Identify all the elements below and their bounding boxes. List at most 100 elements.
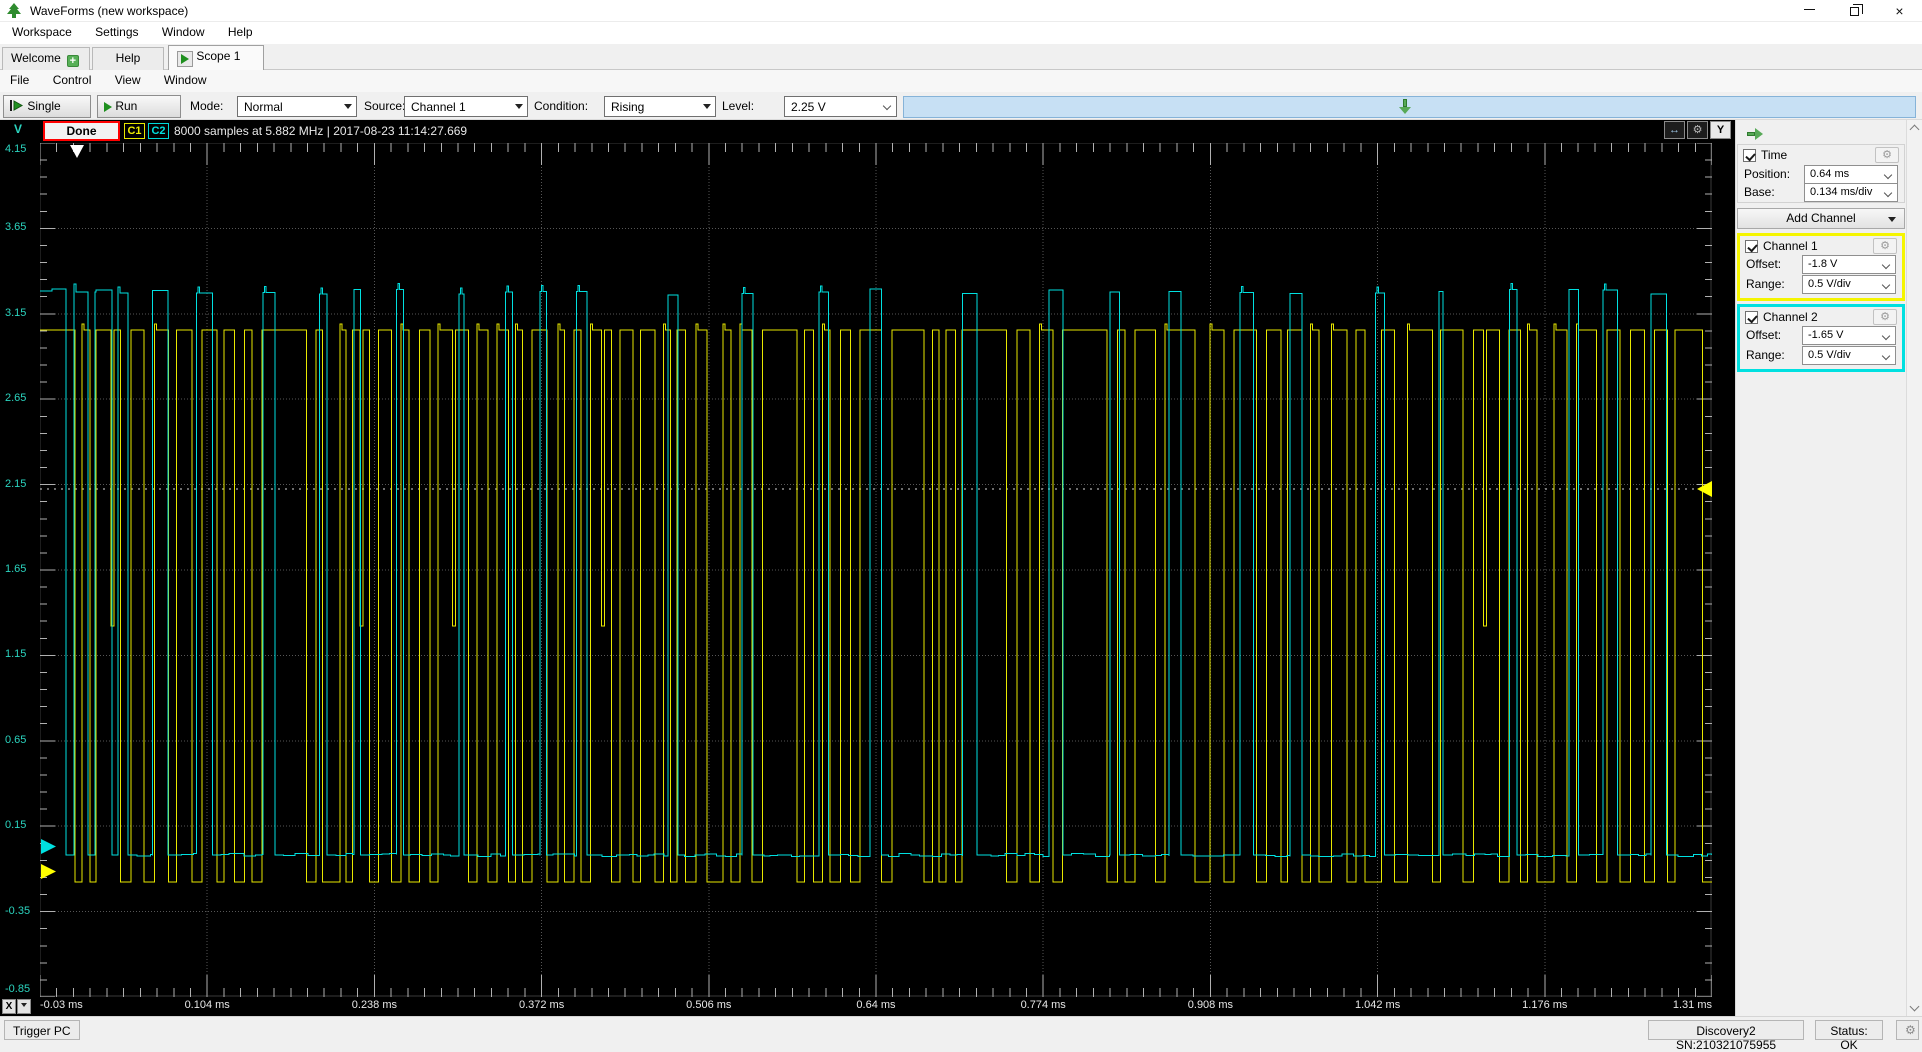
combo-chevron-icon <box>1883 188 1893 198</box>
x-tick-label: 1.31 ms <box>1672 999 1712 1011</box>
gear-icon: ⚙ <box>1880 311 1890 323</box>
channel1-checkbox[interactable] <box>1745 240 1758 253</box>
x-tick-label: 1.176 ms <box>1522 999 1568 1011</box>
y-tick-label: 3.15 <box>5 306 27 319</box>
channel1-settings-button[interactable]: ⚙ <box>1873 238 1897 254</box>
app-statusbar: Trigger PC Discovery2 SN:210321075955 St… <box>0 1016 1922 1052</box>
combo-chevron-icon <box>882 101 892 111</box>
x-tick-label: 0.238 ms <box>351 999 398 1011</box>
scope-settings-panel: Time ⚙ Position: 0.64 ms Base: 0.134 ms/… <box>1735 120 1922 1016</box>
combo-chevron-icon <box>1881 351 1891 361</box>
add-channel-button[interactable]: Add Channel <box>1737 208 1905 229</box>
time-group: Time ⚙ Position: 0.64 ms Base: 0.134 ms/… <box>1737 144 1905 203</box>
level-combo[interactable]: 2.25 V <box>784 96 897 117</box>
scope-display-region: V Done C1 C2 8000 samples at 5.882 MHz |… <box>0 120 1735 1016</box>
oscilloscope-plot[interactable] <box>40 143 1712 997</box>
tab-help[interactable]: Help <box>92 47 164 70</box>
x-tick-label: 0.908 ms <box>1187 999 1234 1011</box>
y-tick-label: -0.35 <box>5 904 31 917</box>
channel2-checkbox[interactable] <box>1745 311 1758 324</box>
trigger-pc-button[interactable]: Trigger PC <box>4 1020 80 1040</box>
run-button[interactable]: Run <box>97 95 181 118</box>
menu-help[interactable]: Help <box>218 22 263 42</box>
condition-select[interactable]: Rising <box>604 96 716 117</box>
panel-scrollbar[interactable] <box>1906 120 1922 1016</box>
time-checkbox[interactable] <box>1743 149 1756 162</box>
x-tick-label: -0.03 ms <box>40 999 83 1011</box>
scroll-down-icon[interactable] <box>1909 1001 1920 1012</box>
ruler-icon: ↔ <box>1669 124 1680 136</box>
gear-icon: ⚙ <box>1692 124 1703 136</box>
add-tab-icon[interactable]: + <box>66 55 79 67</box>
scope-menu-control[interactable]: Control <box>43 70 102 90</box>
time-position-combo[interactable]: 0.64 ms <box>1804 165 1898 184</box>
measure-ruler-button[interactable]: ↔ <box>1664 121 1685 139</box>
device-status-button[interactable]: Status: OK <box>1815 1020 1883 1052</box>
source-label: Source: <box>364 99 406 113</box>
restore-icon[interactable] <box>1832 0 1877 22</box>
position-label: Position: <box>1744 167 1791 181</box>
range-label: Range: <box>1746 277 1785 291</box>
source-select[interactable]: Channel 1 <box>404 96 528 117</box>
panel-collapse-arrow-icon[interactable] <box>1747 128 1763 140</box>
x-tick-label: 0.64 ms <box>856 999 896 1011</box>
x-tick-label: 0.372 ms <box>518 999 565 1011</box>
mode-label: Mode: <box>190 99 224 113</box>
menu-window[interactable]: Window <box>152 22 215 42</box>
channel2-offset-combo[interactable]: -1.65 V <box>1802 326 1896 345</box>
y-tick-label: -0.85 <box>5 983 31 995</box>
window-title: WaveForms (new workspace) <box>30 4 189 18</box>
y-cursors-button[interactable]: Y <box>1710 121 1731 139</box>
tab-scope-1[interactable]: Scope 1 x <box>168 45 264 86</box>
y-tick-label: 2.65 <box>5 392 27 405</box>
title-bar: WaveForms (new workspace) × <box>0 0 1922 22</box>
menu-settings[interactable]: Settings <box>85 22 148 42</box>
single-icon <box>10 100 24 111</box>
channel1-group: Channel 1 ⚙ Offset: -1.8 V Range: 0.5 V/… <box>1737 233 1905 301</box>
base-label: Base: <box>1744 185 1775 199</box>
dropdown-arrow-icon <box>703 104 711 109</box>
channel1-chip[interactable]: C1 <box>124 123 145 139</box>
dropdown-arrow-icon <box>1888 217 1896 222</box>
scope-menu-view[interactable]: View <box>105 70 151 90</box>
time-base-combo[interactable]: 0.134 ms/div <box>1804 183 1898 202</box>
scope-menu-file[interactable]: File <box>0 70 39 90</box>
scroll-up-icon[interactable] <box>1909 124 1920 135</box>
menu-workspace[interactable]: Workspace <box>2 22 82 42</box>
dropdown-arrow-icon <box>21 1003 27 1007</box>
time-settings-button[interactable]: ⚙ <box>1875 147 1899 163</box>
scope-running-icon <box>177 51 193 67</box>
device-serial-button[interactable]: Discovery2 SN:210321075955 <box>1648 1020 1804 1052</box>
tab-welcome[interactable]: Welcome + <box>2 47 90 70</box>
channel1-group-title: Channel 1 <box>1763 239 1818 253</box>
trigger-position-arrow-icon[interactable] <box>1399 99 1411 114</box>
x-axis-button[interactable]: X <box>2 999 16 1014</box>
x-tick-label: 0.774 ms <box>1020 999 1066 1011</box>
y-tick-label: 3.65 <box>5 221 27 234</box>
mode-select[interactable]: Normal <box>237 96 357 117</box>
channel2-settings-button[interactable]: ⚙ <box>1873 309 1897 325</box>
close-icon[interactable]: × <box>1877 0 1922 22</box>
channel2-range-combo[interactable]: 0.5 V/div <box>1802 346 1896 365</box>
y-tick-label: 0.15 <box>5 819 27 832</box>
scope-menu-window[interactable]: Window <box>154 70 217 90</box>
y-tick-label: 4.15 <box>5 143 27 155</box>
combo-chevron-icon <box>1881 331 1891 341</box>
offset-label: Offset: <box>1746 257 1782 271</box>
channel1-range-combo[interactable]: 0.5 V/div <box>1802 275 1896 294</box>
channel2-chip[interactable]: C2 <box>148 123 169 139</box>
single-button[interactable]: Single <box>3 95 91 118</box>
plot-settings-button[interactable]: ⚙ <box>1687 121 1708 139</box>
y-tick-label: 2.15 <box>5 477 27 490</box>
combo-chevron-icon <box>1883 170 1893 180</box>
minimize-icon[interactable] <box>1787 0 1832 22</box>
range-label: Range: <box>1746 348 1785 362</box>
device-settings-button[interactable]: ⚙ <box>1896 1020 1919 1040</box>
x-axis-dropdown[interactable] <box>17 999 31 1014</box>
channel1-offset-combo[interactable]: -1.8 V <box>1802 255 1896 274</box>
y-axis-unit-label: V <box>14 122 23 136</box>
time-group-title: Time <box>1761 148 1788 162</box>
dropdown-arrow-icon <box>344 104 352 109</box>
combo-chevron-icon <box>1881 280 1891 290</box>
condition-label: Condition: <box>534 99 589 113</box>
